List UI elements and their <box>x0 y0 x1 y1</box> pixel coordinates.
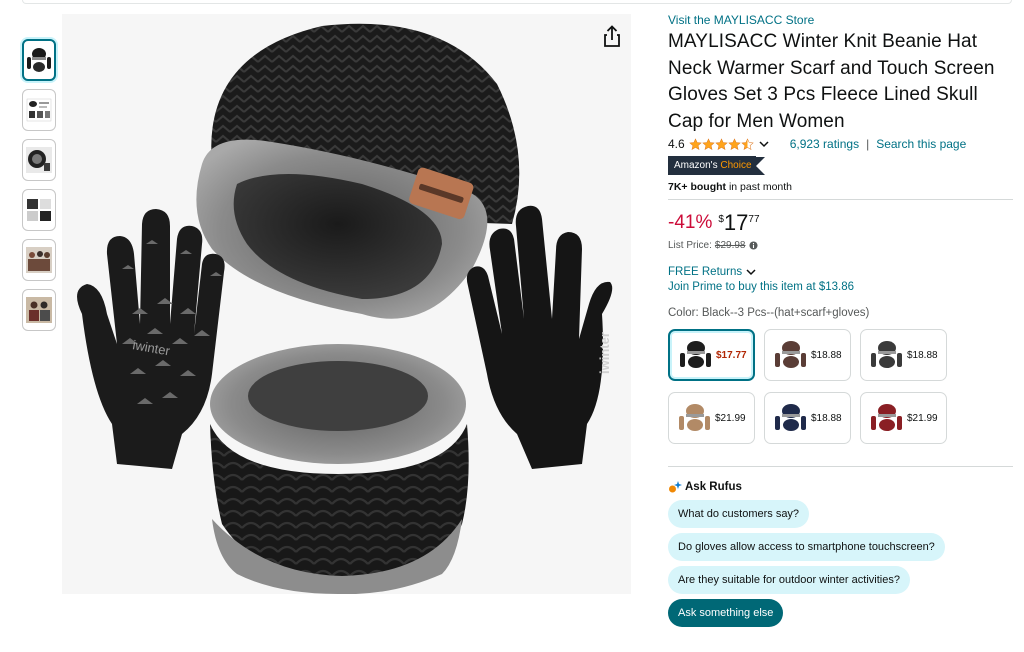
thumbnail-strip <box>22 39 56 339</box>
thumbnail-image <box>26 247 52 273</box>
thumbnail-image <box>26 147 52 173</box>
chevron-down-icon <box>746 269 756 276</box>
rufus-question-row: What do customers say? <box>668 495 1013 528</box>
swatch-price: $21.99 <box>907 412 938 424</box>
badge-body: Amazon's Choice <box>668 156 756 175</box>
star-rating[interactable] <box>688 137 754 151</box>
swatch-price: $18.88 <box>811 412 842 424</box>
prime-offer-link[interactable]: Join Prime to buy this item at $13.86 <box>668 281 1013 296</box>
thumbnail-image <box>26 197 52 223</box>
bought-in-past-month: 7K+ bought in past month <box>668 181 1013 195</box>
rufus-question-row: Are they suitable for outdoor winter act… <box>668 561 1013 594</box>
free-returns-link[interactable]: FREE Returns <box>668 265 1013 279</box>
badge-tail <box>755 156 765 175</box>
thumbnail-2[interactable] <box>22 89 56 131</box>
bought-count: 7K+ bought <box>668 181 727 193</box>
free-returns-label: FREE Returns <box>668 266 743 278</box>
half-star-icon <box>740 137 754 150</box>
list-price-value: $29.98 <box>714 240 746 251</box>
swatch-thumbnail <box>871 404 902 431</box>
badge-text: Amazon's <box>674 160 721 171</box>
list-price-label: List Price: <box>668 240 712 251</box>
rufus-question-chip[interactable]: Are they suitable for outdoor winter act… <box>668 566 910 594</box>
price-whole: 17 <box>723 210 749 235</box>
rufus-ask-row: Ask something else <box>668 594 1013 627</box>
search-page-link[interactable]: Search this page <box>876 137 966 151</box>
chevron-down-icon[interactable] <box>758 138 770 150</box>
thumbnail-image <box>27 48 51 72</box>
left-glove: iwinter <box>77 209 225 469</box>
rufus-question-row: Do gloves allow access to smartphone tou… <box>668 528 1013 561</box>
swatch-thumbnail <box>680 341 711 368</box>
swatch-thumbnail <box>775 404 806 431</box>
color-swatches: $17.77 $18.88 $18.88 $21.99 $18.88 $21.99 <box>668 329 1013 444</box>
rufus-heading-text: Ask Rufus <box>685 481 742 493</box>
thumbnail-6[interactable] <box>22 289 56 331</box>
divider <box>668 199 1013 200</box>
rufus-question-chip[interactable]: Do gloves allow access to smartphone tou… <box>668 533 945 561</box>
neck-warmer-scarf <box>210 344 469 594</box>
discount-percent: -41% <box>668 212 713 233</box>
bought-suffix: in past month <box>726 181 792 193</box>
color-swatch[interactable]: $18.88 <box>860 329 947 381</box>
glove-brand-text: iwinter <box>597 332 612 374</box>
color-swatch[interactable]: $17.77 <box>668 329 755 381</box>
divider <box>668 466 1013 467</box>
info-icon[interactable] <box>748 241 758 250</box>
top-frame-edge <box>22 0 1012 4</box>
swatch-thumbnail <box>871 341 902 368</box>
color-label: Color: Black--3 Pcs--(hat+scarf+gloves) <box>668 307 870 319</box>
star-icon <box>701 137 715 150</box>
color-swatch[interactable]: $18.88 <box>764 329 851 381</box>
right-glove: iwinter <box>466 205 613 469</box>
list-price: List Price: $29.98 <box>668 239 1013 252</box>
thumbnail-image <box>26 297 52 323</box>
store-link[interactable]: Visit the MAYLISACC Store <box>668 12 1013 28</box>
rating-row: 4.6 6,923 ratings | Search this page <box>668 135 1013 153</box>
product-photo: iwinter iwinter <box>77 23 613 594</box>
main-product-image[interactable]: iwinter iwinter <box>62 14 631 594</box>
color-swatch[interactable]: $21.99 <box>668 392 755 444</box>
thumbnail-4[interactable] <box>22 189 56 231</box>
rufus-heading: Ask Rufus <box>668 479 1013 495</box>
product-title: MAYLISACC Winter Knit Beanie Hat Neck Wa… <box>668 31 995 132</box>
product-details: Visit the MAYLISACC Store MAYLISACC Wint… <box>668 12 1013 627</box>
swatch-price: $18.88 <box>811 349 842 361</box>
rufus-question-chip[interactable]: What do customers say? <box>668 500 810 528</box>
separator: | <box>866 137 870 151</box>
amazons-choice-badge[interactable]: Amazon's Choice <box>668 156 765 175</box>
sparkle-icon <box>669 481 682 493</box>
color-swatch[interactable]: $18.88 <box>764 392 851 444</box>
swatch-thumbnail <box>679 404 710 431</box>
rating-value: 4.6 <box>668 137 685 151</box>
thumbnail-image <box>26 98 52 122</box>
share-icon[interactable] <box>600 24 624 50</box>
badge-accent-text: Choice <box>720 160 752 171</box>
ask-something-else-button[interactable]: Ask something else <box>668 599 784 627</box>
thumbnail-5[interactable] <box>22 239 56 281</box>
color-swatch[interactable]: $21.99 <box>860 392 947 444</box>
thumbnail-1[interactable] <box>22 39 56 81</box>
star-icon <box>727 137 741 150</box>
star-icon <box>714 137 728 150</box>
star-icon <box>688 137 702 150</box>
swatch-price: $17.77 <box>716 349 747 361</box>
price-fraction: 77 <box>748 214 760 225</box>
swatch-price: $21.99 <box>715 412 746 424</box>
thumbnail-3[interactable] <box>22 139 56 181</box>
ratings-count-link[interactable]: 6,923 ratings <box>790 137 859 151</box>
swatch-price: $18.88 <box>907 349 938 361</box>
price-row: -41% $ 17 77 <box>668 211 1013 237</box>
swatch-thumbnail <box>775 341 806 368</box>
